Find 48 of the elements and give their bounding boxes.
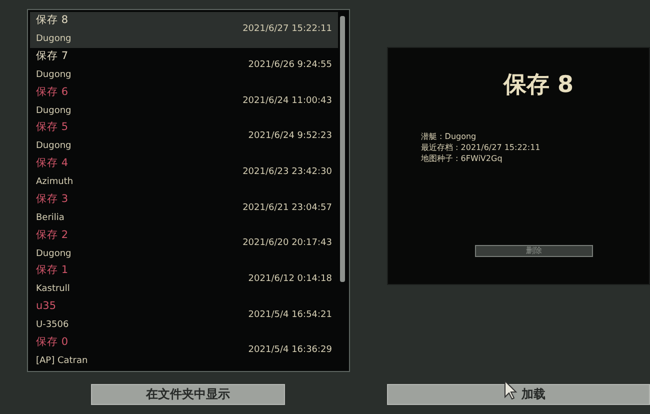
detail-line: 潜艇 : Dugong [421,130,476,142]
save-title: 保存 8 [502,71,574,100]
show-in-folder-button[interactable]: 在文件夹中显示 [91,384,285,405]
save-row[interactable]: 保存 5 Dugong 2021/6/24 9:52:23 [30,119,338,155]
save-date: 2021/6/24 9:52:23 [248,130,332,144]
submarine-name: Dugong [36,69,72,82]
save-date: 2021/6/12 0:14:18 [248,273,332,286]
save-row[interactable]: 保存 0 [AP] Catran 2021/5/4 16:36:29 [30,333,338,370]
save-row[interactable]: 保存 8 Dugong 2021/6/27 15:22:11 [30,12,338,48]
save-name: 保存 2 [36,228,68,243]
submarine-name: Dugong [36,104,72,118]
save-row[interactable]: 保存 2 Dugong 2021/6/20 20:17:43 [30,226,338,262]
save-date: 2021/6/24 11:00:43 [242,94,332,108]
save-name: 保存 7 [36,49,68,64]
save-row[interactable]: 保存 6 Dugong 2021/6/24 11:00:43 [30,83,338,120]
save-name: u35 [36,298,56,314]
save-date: 2021/6/26 9:24:55 [248,58,332,72]
save-date: 2021/5/4 16:36:29 [248,344,332,358]
save-name: 保存 5 [36,120,68,136]
save-row[interactable]: 保存 1 Kastrull 2021/6/12 0:14:18 [30,262,338,298]
save-row[interactable]: u35 U-3506 2021/5/4 16:54:21 [30,298,338,334]
save-date: 2021/6/23 23:42:30 [242,166,332,179]
submarine-name: Berilia [36,212,64,225]
submarine-name: Azimuth [36,176,74,190]
mouse-cursor-icon [504,380,518,400]
save-row[interactable]: 保存 3 Berilia 2021/6/21 23:04:57 [30,190,338,226]
save-name: 保存 3 [36,192,68,207]
save-name: 保存 0 [36,334,68,350]
save-name: 保存 1 [36,263,68,278]
save-date: 2021/6/20 20:17:43 [242,237,332,250]
delete-button[interactable]: 删除 [475,244,593,256]
submarine-name: Dugong [36,140,72,154]
submarine-name: Dugong [36,248,72,261]
save-date: 2021/6/27 15:22:11 [242,23,332,36]
save-name: 保存 4 [36,156,68,172]
detail-line: 地图种子 : 6FWiV2Gq [421,152,502,164]
detail-line: 最近存档 : 2021/6/27 15:22:11 [421,142,540,152]
submarine-name: Dugong [36,33,72,46]
submarine-name: U-3506 [36,318,69,332]
save-date: 2021/6/21 23:04:57 [242,202,332,215]
save-name: 保存 6 [36,84,68,100]
save-row[interactable]: 保存 7 Dugong 2021/6/26 9:24:55 [30,48,338,84]
save-date: 2021/5/4 16:54:21 [248,308,332,322]
save-row[interactable]: 保存 4 Azimuth 2021/6/23 23:42:30 [30,154,338,191]
submarine-name: Kastrull [36,283,70,296]
save-name: 保存 8 [36,13,68,28]
load-button[interactable]: 加载 [387,384,650,405]
submarine-name: [AP] Catran [36,354,88,368]
